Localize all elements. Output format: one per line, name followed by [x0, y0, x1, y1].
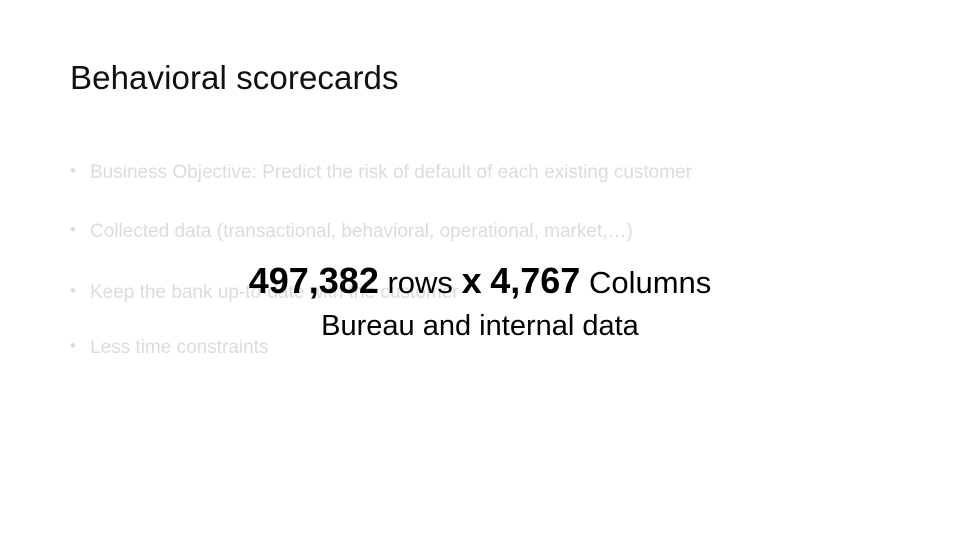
rows-label: rows — [387, 265, 453, 300]
list-item-label: Collected data (transactional, behaviora… — [90, 221, 633, 243]
rows-value: 497,382 — [248, 260, 379, 301]
dataset-size-callout: 497,382 rows x 4,767 Columns Bureau and … — [0, 258, 960, 345]
list-item-label: Business Objective: Predict the risk of … — [90, 162, 692, 183]
columns-label: Columns — [588, 265, 712, 300]
slide: Behavioral scorecards • Business Objecti… — [0, 0, 960, 540]
bullet-marker-icon: • — [70, 220, 76, 240]
list-item: • Business Objective: Predict the risk o… — [70, 160, 888, 185]
dimension-separator: x — [461, 260, 482, 301]
dataset-source-label: Bureau and internal data — [321, 310, 639, 343]
dataset-dimensions: 497,382 rows x 4,767 Columns — [0, 258, 960, 304]
bullet-marker-icon: • — [70, 161, 76, 180]
page-title: Behavioral scorecards — [70, 59, 399, 96]
columns-value: 4,767 — [490, 260, 581, 301]
list-item: • Collected data (transactional, behavio… — [70, 219, 888, 244]
